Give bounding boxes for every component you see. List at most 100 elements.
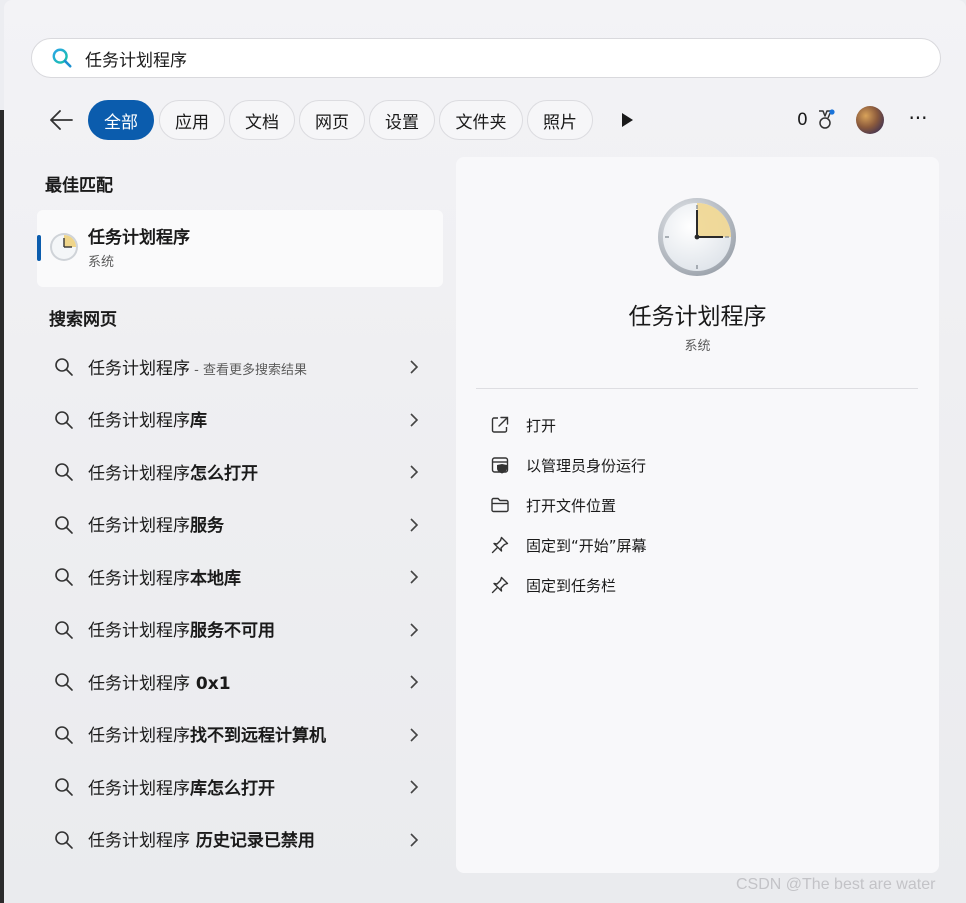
rewards-medal-icon xyxy=(818,109,835,129)
web-search-heading: 搜索网页 xyxy=(49,310,117,330)
best-match-card[interactable]: 任务计划程序 系统 xyxy=(37,210,443,287)
suggestion-text: 任务计划程序 0x1 xyxy=(88,669,231,694)
list-item[interactable]: 任务计划程序库怎么打开 xyxy=(37,760,443,813)
chevron-right-icon xyxy=(410,780,419,794)
best-match-title: 任务计划程序 xyxy=(88,228,190,248)
search-icon xyxy=(55,778,73,796)
suggestion-base: 任务计划程序 xyxy=(88,568,190,589)
tab-settings[interactable]: 设置 xyxy=(369,100,435,140)
suggestion-text: 任务计划程序找不到远程计算机 xyxy=(88,721,326,746)
folder-icon xyxy=(491,497,509,513)
list-item[interactable]: 任务计划程序 历史记录已禁用 xyxy=(37,813,443,866)
list-item[interactable]: 任务计划程序本地库 xyxy=(37,550,443,603)
suggestion-suffix: 0x1 xyxy=(190,673,231,694)
chevron-right-icon xyxy=(410,465,419,479)
pin-icon xyxy=(491,576,509,594)
chevron-right-icon xyxy=(410,360,419,374)
suggestion-base: 任务计划程序 xyxy=(88,831,190,852)
list-item[interactable]: 任务计划程序找不到远程计算机 xyxy=(37,708,443,761)
action-label: 以管理员身份运行 xyxy=(526,456,647,475)
search-icon xyxy=(55,410,73,429)
suggestion-suffix: 库怎么打开 xyxy=(190,778,275,799)
chevron-right-icon xyxy=(410,832,419,847)
search-icon xyxy=(55,515,73,534)
avatar[interactable] xyxy=(856,106,884,134)
open-action[interactable]: 打开 xyxy=(476,405,918,445)
suggestion-base: 任务计划程序 xyxy=(88,463,190,484)
chevron-right-icon xyxy=(410,570,419,584)
suggestion-suffix: 本地库 xyxy=(190,568,241,589)
task-scheduler-clock-icon xyxy=(658,198,736,276)
search-icon xyxy=(55,830,73,849)
more-options-icon[interactable]: ··· xyxy=(906,106,930,134)
tab-apps[interactable]: 应用 xyxy=(159,100,225,140)
preview-subtitle: 系统 xyxy=(684,339,711,354)
tab-photos[interactable]: 照片 xyxy=(527,100,593,140)
list-item[interactable]: 任务计划程序 - 查看更多搜索结果 xyxy=(37,340,443,393)
action-label: 固定到“开始”屏幕 xyxy=(526,536,647,555)
pin-to-taskbar-action[interactable]: 固定到任务栏 xyxy=(476,565,918,605)
list-item[interactable]: 任务计划程序服务不可用 xyxy=(37,603,443,656)
suggestion-suffix: 库 xyxy=(190,411,207,432)
tab-all[interactable]: 全部 xyxy=(88,100,154,140)
search-icon xyxy=(55,463,73,481)
suggestion-suffix: 历史记录已禁用 xyxy=(190,831,315,852)
admin-shield-icon xyxy=(491,457,509,474)
pin-icon xyxy=(491,536,509,554)
suggestion-base: 任务计划程序 xyxy=(88,358,190,379)
suggestion-text: 任务计划程序 - 查看更多搜索结果 xyxy=(88,354,307,379)
search-icon xyxy=(52,48,72,68)
suggestion-base: 任务计划程序 xyxy=(88,673,190,694)
rewards-points[interactable]: 0 xyxy=(797,108,836,132)
search-icon xyxy=(55,673,73,691)
suggestion-base: 任务计划程序 xyxy=(88,778,190,799)
run-as-admin-action[interactable]: 以管理员身份运行 xyxy=(476,445,918,485)
suggestion-hint: - 查看更多搜索结果 xyxy=(190,362,307,378)
best-match-subtitle: 系统 xyxy=(88,255,115,270)
search-input[interactable] xyxy=(85,48,865,68)
suggestion-suffix: 怎么打开 xyxy=(190,463,258,484)
suggestion-suffix: 服务不可用 xyxy=(190,621,275,642)
action-label: 打开文件位置 xyxy=(526,496,617,515)
suggestion-text: 任务计划程序服务不可用 xyxy=(88,616,275,641)
search-icon xyxy=(55,725,73,744)
best-match-heading: 最佳匹配 xyxy=(45,176,113,196)
suggestion-text: 任务计划程序 历史记录已禁用 xyxy=(88,826,315,851)
chevron-right-icon xyxy=(410,675,419,689)
action-label: 打开 xyxy=(526,416,557,435)
list-item[interactable]: 任务计划程序服务 xyxy=(37,498,443,551)
search-icon xyxy=(55,620,73,639)
suggestion-suffix: 服务 xyxy=(190,516,224,537)
suggestion-text: 任务计划程序本地库 xyxy=(88,564,241,589)
web-suggestion-list: 任务计划程序 - 查看更多搜索结果 任务计划程序库 任务计划程序怎么打开 任务计… xyxy=(37,340,443,865)
suggestion-base: 任务计划程序 xyxy=(88,516,190,537)
suggestion-text: 任务计划程序怎么打开 xyxy=(88,459,258,484)
pin-to-start-action[interactable]: 固定到“开始”屏幕 xyxy=(476,525,918,565)
chevron-right-icon xyxy=(410,727,419,742)
suggestion-base: 任务计划程序 xyxy=(88,726,190,747)
suggestion-text: 任务计划程序服务 xyxy=(88,511,224,536)
suggestion-suffix: 找不到远程计算机 xyxy=(190,726,326,747)
suggestion-text: 任务计划程序库 xyxy=(88,406,207,431)
chevron-right-icon xyxy=(410,622,419,637)
list-item[interactable]: 任务计划程序怎么打开 xyxy=(37,445,443,498)
list-item[interactable]: 任务计划程序库 xyxy=(37,393,443,446)
chevron-right-icon xyxy=(410,517,419,532)
search-icon xyxy=(55,568,73,586)
points-value: 0 xyxy=(797,110,808,130)
suggestion-base: 任务计划程序 xyxy=(88,621,190,642)
search-bar[interactable] xyxy=(31,38,941,78)
search-window: 全部 应用 文档 网页 设置 文件夹 照片 0 ··· 最佳匹配 xyxy=(4,0,966,903)
tab-folders[interactable]: 文件夹 xyxy=(439,100,523,140)
tab-web[interactable]: 网页 xyxy=(299,100,365,140)
list-item[interactable]: 任务计划程序 0x1 xyxy=(37,655,443,708)
suggestion-base: 任务计划程序 xyxy=(88,411,190,432)
divider xyxy=(476,388,918,389)
search-icon xyxy=(55,358,73,376)
preview-title: 任务计划程序 xyxy=(628,304,767,330)
back-arrow-icon[interactable] xyxy=(48,108,74,132)
play-more-icon[interactable] xyxy=(617,109,637,131)
tab-documents[interactable]: 文档 xyxy=(229,100,295,140)
preview-panel: 任务计划程序 系统 打开 以管理员身份运行 打开文件位置 固定到“开始”屏幕 固… xyxy=(456,157,939,873)
open-file-location-action[interactable]: 打开文件位置 xyxy=(476,485,918,525)
